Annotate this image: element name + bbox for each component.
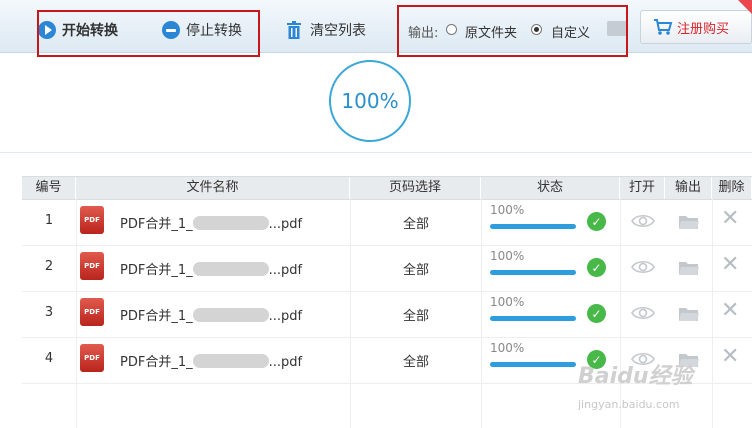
register-buy-label: 注册购买	[677, 21, 730, 37]
table-header: 编号 文件名称 页码选择 状态 打开 输出 删除	[22, 176, 752, 200]
table-row[interactable]: 1 PDF PDF合并_1_ ...pdf 全部 100% ✓ ✕	[22, 199, 752, 246]
status-progress-fill	[490, 316, 576, 321]
status-percent: 100%	[490, 249, 525, 263]
status-progress-fill	[490, 362, 576, 367]
eye-icon[interactable]	[631, 212, 655, 230]
delete-icon[interactable]: ✕	[721, 254, 739, 276]
watermark: Baidu经验	[578, 358, 693, 390]
check-icon: ✓	[587, 258, 606, 277]
row-number: 4	[44, 351, 54, 366]
file-name: PDF合并_1_ ...pdf	[120, 351, 350, 370]
folder-icon[interactable]	[678, 260, 700, 276]
watermark-logo-text: Baidu经验	[578, 364, 693, 389]
col-header-status: 状态	[481, 177, 620, 199]
status-percent: 100%	[490, 341, 525, 355]
folder-icon[interactable]	[678, 306, 700, 322]
file-name-suffix: ...pdf	[268, 355, 303, 370]
table-row[interactable]: 2 PDF PDF合并_1_ ...pdf 全部 100% ✓ ✕	[22, 245, 752, 292]
file-name-prefix: PDF合并_1_	[120, 263, 193, 278]
redacted-text	[192, 216, 269, 230]
file-name-prefix: PDF合并_1_	[120, 309, 193, 324]
register-buy-button[interactable]: 注册购买	[640, 10, 752, 44]
col-header-number: 编号	[22, 177, 76, 199]
status-progress-bar	[490, 362, 576, 367]
overall-progress-circle: 100%	[329, 60, 411, 142]
page-selection[interactable]: 全部	[352, 305, 480, 324]
col-header-pages: 页码选择	[350, 177, 481, 199]
corner-flag	[738, 0, 752, 14]
clear-list-label: 清空列表	[310, 23, 366, 39]
redacted-text	[192, 262, 269, 276]
col-header-open: 打开	[620, 177, 665, 199]
row-number: 2	[44, 259, 54, 274]
redacted-text	[192, 354, 269, 368]
file-name-prefix: PDF合并_1_	[120, 217, 193, 232]
col-header-filename: 文件名称	[76, 177, 350, 199]
file-name-suffix: ...pdf	[268, 217, 303, 232]
pdf-file-icon: PDF	[80, 298, 104, 326]
highlight-box-output	[397, 5, 628, 57]
redacted-text	[192, 308, 269, 322]
folder-icon[interactable]	[678, 214, 700, 230]
trash-icon	[287, 21, 301, 39]
cart-icon	[654, 19, 673, 35]
status-progress-fill	[490, 270, 576, 275]
row-number: 1	[44, 213, 54, 228]
status-progress-bar	[490, 316, 576, 321]
file-name: PDF合并_1_ ...pdf	[120, 259, 350, 278]
row-number: 3	[44, 305, 54, 320]
clear-list-button[interactable]: 清空列表	[286, 20, 366, 40]
eye-icon[interactable]	[631, 304, 655, 322]
page-selection[interactable]: 全部	[352, 259, 480, 278]
file-name-suffix: ...pdf	[268, 263, 303, 278]
file-name-prefix: PDF合并_1_	[120, 355, 193, 370]
divider	[0, 152, 752, 153]
overall-progress-text: 100%	[341, 89, 399, 113]
eye-icon[interactable]	[631, 258, 655, 276]
pdf-file-icon: PDF	[80, 206, 104, 234]
check-icon: ✓	[587, 304, 606, 323]
highlight-box-convert	[37, 10, 260, 57]
page-selection[interactable]: 全部	[352, 213, 480, 232]
col-header-output: 输出	[665, 177, 712, 199]
status-progress-bar	[490, 224, 576, 229]
file-name: PDF合并_1_ ...pdf	[120, 213, 350, 232]
status-progress-bar	[490, 270, 576, 275]
pdf-file-icon: PDF	[80, 344, 104, 372]
delete-icon[interactable]: ✕	[721, 208, 739, 230]
delete-icon[interactable]: ✕	[721, 346, 739, 368]
page-selection[interactable]: 全部	[352, 351, 480, 370]
file-name: PDF合并_1_ ...pdf	[120, 305, 350, 324]
delete-icon[interactable]: ✕	[721, 300, 739, 322]
col-header-delete: 删除	[712, 177, 752, 199]
status-percent: 100%	[490, 295, 525, 309]
table-row[interactable]: 3 PDF PDF合并_1_ ...pdf 全部 100% ✓ ✕	[22, 291, 752, 338]
file-name-suffix: ...pdf	[268, 309, 303, 324]
pdf-file-icon: PDF	[80, 252, 104, 280]
watermark-url: jingyan.baidu.com	[578, 398, 680, 411]
status-percent: 100%	[490, 203, 525, 217]
check-icon: ✓	[587, 212, 606, 231]
status-progress-fill	[490, 224, 576, 229]
